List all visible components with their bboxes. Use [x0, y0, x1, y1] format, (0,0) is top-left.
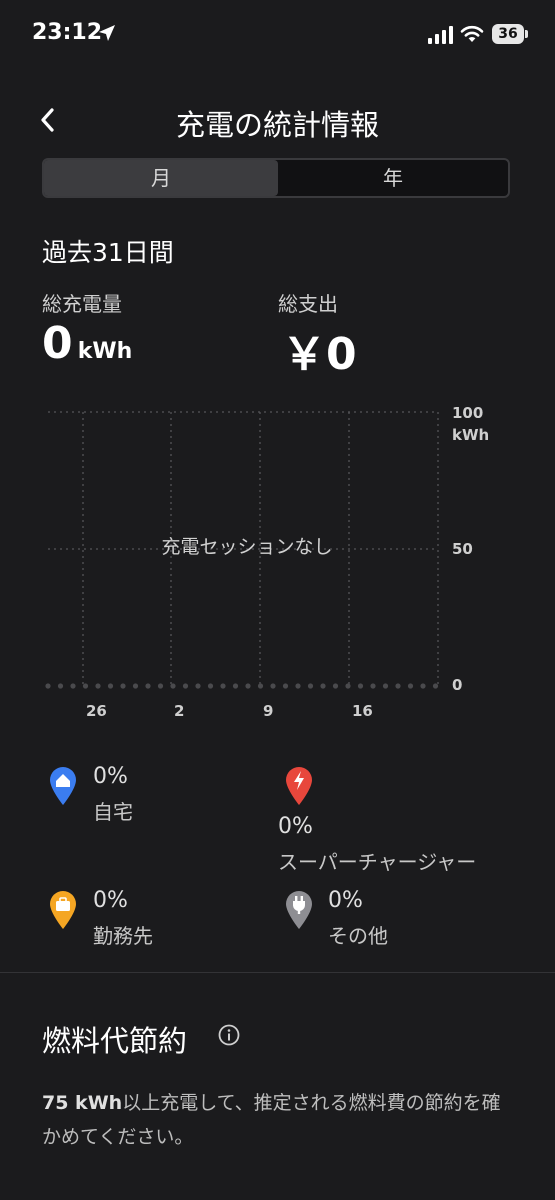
baseline-dot: [270, 683, 276, 689]
baseline-dot: [182, 683, 189, 689]
tab-month[interactable]: 月: [44, 160, 278, 196]
total-cost-label: 総支出: [278, 292, 338, 316]
section-divider: [0, 972, 555, 973]
wifi-icon: [460, 25, 484, 42]
battery-nub: [525, 30, 528, 38]
baseline-dot: [395, 683, 401, 689]
location-arrow-icon: [99, 25, 115, 41]
cellular-signal-icon: [428, 26, 453, 44]
fuel-threshold: 75 kWh: [42, 1092, 123, 1114]
legend-other-percent: 0%: [328, 888, 363, 913]
baseline-dot: [357, 683, 364, 689]
work-pin-icon: [50, 891, 76, 929]
legend-supercharger-percent: 0%: [278, 814, 313, 839]
baseline-dot: [420, 683, 426, 689]
legend-supercharger-label: スーパーチャージャー: [278, 850, 477, 874]
y-tick-label: 50: [452, 540, 473, 558]
total-energy-label: 総充電量: [42, 292, 122, 316]
page-title: 充電の統計情報: [175, 108, 379, 142]
other-pin-icon: [286, 891, 312, 929]
info-icon[interactable]: [218, 1024, 240, 1046]
legend-other-label: その他: [328, 924, 388, 948]
baseline-dot: [345, 683, 351, 689]
y-unit-label: kWh: [452, 426, 489, 444]
battery-indicator: 36: [492, 24, 524, 44]
baseline-dot: [157, 683, 164, 689]
baseline-dot: [207, 683, 214, 689]
baseline-dot: [70, 683, 76, 689]
baseline-dot: [57, 683, 64, 689]
baseline-dot: [257, 683, 264, 689]
baseline-dot: [107, 683, 114, 689]
baseline-dot: [132, 683, 139, 689]
y-tick-label: 0: [452, 676, 462, 694]
baseline-dot: [120, 683, 126, 689]
baseline-dot: [295, 683, 301, 689]
baseline-dot: [45, 683, 51, 689]
tab-year[interactable]: 年: [278, 160, 508, 196]
legend-home-percent: 0%: [93, 764, 128, 789]
total-energy-value: 0: [42, 318, 73, 369]
fuel-savings-description: 75 kWh以上充電して、推定される燃料費の節約を確かめてください。: [42, 1086, 512, 1154]
charging-chart: 100 kWh 50 0 26 2 9 16 充電セッションなし: [45, 404, 489, 720]
baseline-dot: [95, 683, 101, 689]
x-tick-label: 16: [352, 702, 373, 720]
total-cost-value: ￥0: [282, 329, 357, 380]
baseline-dot: [220, 683, 226, 689]
status-time: 23:12: [32, 20, 103, 45]
fuel-savings-title: 燃料代節約: [42, 1024, 188, 1058]
baseline-dot: [195, 683, 201, 689]
empty-chart-message: 充電セッションなし: [161, 536, 332, 558]
baseline-dot: [282, 683, 289, 689]
legend-work-percent: 0%: [93, 888, 128, 913]
legend-work-label: 勤務先: [93, 924, 153, 948]
baseline-dot: [370, 683, 376, 689]
baseline-dot: [382, 683, 389, 689]
legend-home-label: 自宅: [93, 800, 133, 824]
baseline-dot: [245, 683, 251, 689]
baseline-dot: [170, 683, 176, 689]
period-segmented-control: 月 年: [42, 158, 510, 198]
chart-baseline: [45, 683, 439, 689]
baseline-dot: [232, 683, 239, 689]
baseline-dot: [145, 683, 151, 689]
supercharger-pin-icon: [286, 767, 312, 805]
y-tick-label: 100: [452, 404, 483, 422]
baseline-dot: [82, 683, 89, 689]
baseline-dot: [307, 683, 314, 689]
x-tick-label: 2: [174, 702, 184, 720]
baseline-dot: [332, 683, 339, 689]
x-tick-label: 26: [86, 702, 107, 720]
total-energy: 0 kWh: [42, 318, 132, 369]
period-label: 過去31日間: [42, 238, 174, 267]
x-tick-label: 9: [263, 702, 273, 720]
total-energy-unit: kWh: [77, 339, 133, 364]
home-pin-icon: [50, 767, 76, 805]
baseline-dot: [432, 683, 439, 689]
baseline-dot: [320, 683, 326, 689]
baseline-dot: [407, 683, 414, 689]
